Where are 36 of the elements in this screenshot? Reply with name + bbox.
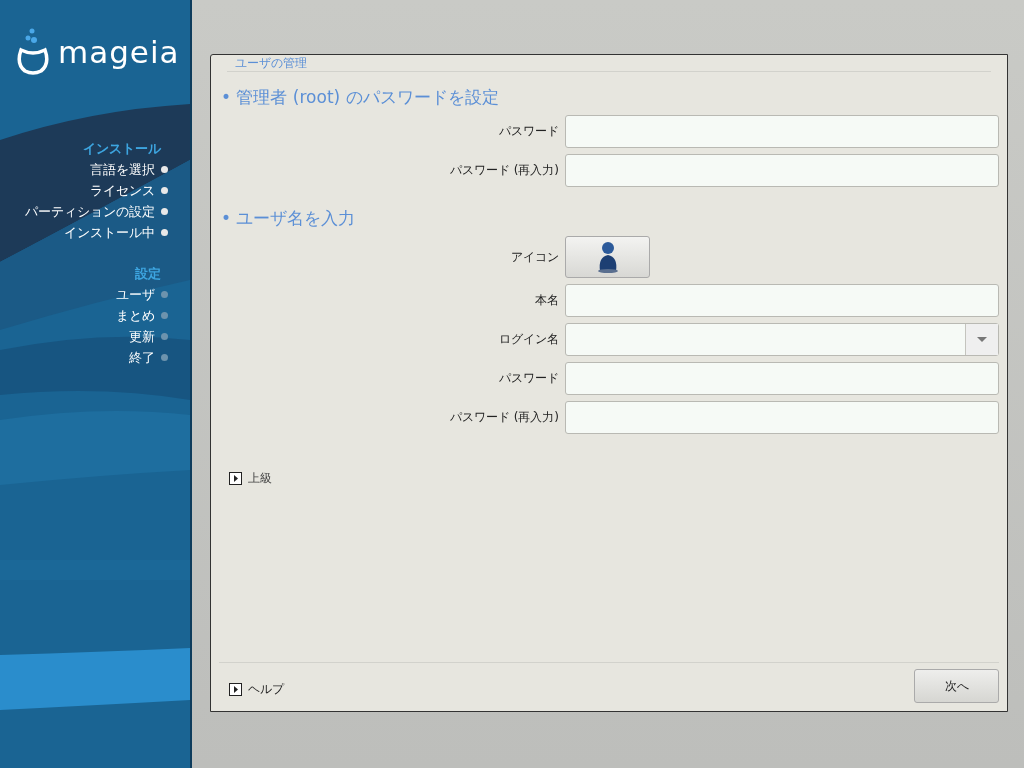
step-item: パーティションの設定 <box>25 203 155 221</box>
expander-icon <box>229 472 242 485</box>
section-heading: • 管理者 (root) のパスワードを設定 <box>221 86 500 109</box>
advanced-expander[interactable]: 上級 <box>229 470 999 487</box>
combo-field[interactable] <box>565 323 999 356</box>
step-item: まとめ <box>116 307 155 325</box>
text-field[interactable] <box>565 115 999 148</box>
text-field[interactable] <box>565 284 999 317</box>
text-field[interactable] <box>565 154 999 187</box>
expander-icon <box>229 682 242 696</box>
icon-button[interactable] <box>565 236 650 278</box>
step-item: ユーザ <box>116 286 155 304</box>
step-item: 更新 <box>129 328 155 346</box>
field-label: 本名 <box>535 292 559 309</box>
step-item: 言語を選択 <box>90 161 155 179</box>
logo-icon <box>16 28 50 76</box>
step-item: 終了 <box>129 349 155 367</box>
person-icon <box>596 241 619 273</box>
step-item: ライセンス <box>90 182 155 200</box>
field-label: パスワード (再入力) <box>449 409 559 426</box>
field-label: アイコン <box>511 248 559 266</box>
field-label: パスワード (再入力) <box>449 162 559 179</box>
text-field[interactable] <box>565 362 999 395</box>
step-group-title: 設定 <box>135 265 161 283</box>
dialog-title: ユーザの管理 <box>227 55 991 72</box>
next-button[interactable]: 次へ <box>914 669 999 703</box>
text-field[interactable] <box>565 401 999 434</box>
field-label: パスワード <box>499 123 559 140</box>
help-expander[interactable]: ヘルプ <box>229 680 284 698</box>
field-label: パスワード <box>499 370 559 387</box>
logo-text: mageia <box>58 34 180 70</box>
caret-icon <box>977 337 987 342</box>
step-group-title: インストール <box>83 140 161 158</box>
field-label: ログイン名 <box>499 331 559 348</box>
step-item: インストール中 <box>64 224 155 242</box>
section-heading: • ユーザ名を入力 <box>221 207 357 230</box>
